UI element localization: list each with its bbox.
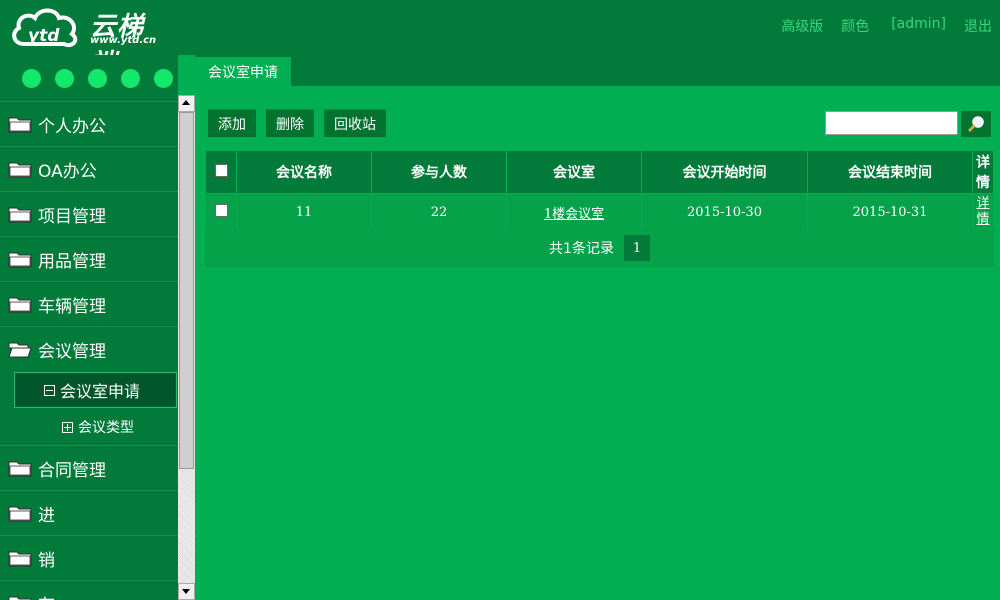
submenu-item-label: 会议类型 — [78, 420, 134, 436]
scroll-down-arrow-icon[interactable] — [178, 583, 195, 600]
record-count: 共1条记录 — [549, 241, 614, 257]
cell-meeting-name: 11 — [236, 193, 372, 231]
sidebar-item-label: 合同管理 — [38, 460, 106, 481]
sidebar-item-label: 销 — [38, 550, 55, 571]
tab-bar: 会议室申请 — [195, 55, 1000, 86]
cell-detail: 详情 — [972, 193, 994, 231]
main-content: 会议室申请 添加 删除 回收站 会议名称 参与人数 会议室 会议开始时间 会议结… — [195, 55, 1000, 600]
meeting-room-link[interactable]: 1楼会议室 — [544, 207, 604, 222]
sidebar-item-label: OA办公 — [38, 161, 97, 182]
folder-icon — [8, 506, 32, 522]
scroll-track[interactable] — [178, 469, 195, 583]
svg-text:ytd: ytd — [28, 26, 60, 46]
column-header: 参与人数 — [371, 150, 507, 194]
search-input[interactable] — [825, 111, 958, 135]
search-icon — [967, 116, 984, 133]
sidebar-item-personal-office[interactable]: 个人办公 — [0, 101, 178, 146]
column-header: 会议开始时间 — [641, 150, 808, 194]
row-select-cell — [205, 193, 237, 231]
recycle-bin-button[interactable]: 回收站 — [324, 109, 386, 137]
scroll-up-arrow-icon[interactable] — [178, 95, 195, 112]
sidebar-item-label: 个人办公 — [38, 116, 106, 137]
folder-open-icon — [8, 342, 32, 358]
folder-icon — [8, 252, 32, 268]
pagination: 共1条记录 1 — [205, 229, 994, 267]
sidebar-item-inventory[interactable]: 存 — [0, 580, 178, 600]
theme-dot[interactable] — [22, 68, 41, 88]
user-link[interactable]: [admin] — [891, 16, 946, 36]
sidebar-item-project-management[interactable]: 项目管理 — [0, 191, 178, 236]
cell-end-time: 2015-10-31 — [807, 193, 973, 231]
advanced-version-link[interactable]: 高级版 — [781, 16, 823, 36]
meeting-table: 会议名称 参与人数 会议室 会议开始时间 会议结束时间 详情 11 22 1楼会… — [205, 150, 994, 231]
theme-dot[interactable] — [121, 68, 140, 88]
select-all-cell — [205, 150, 237, 194]
scroll-thumb[interactable] — [179, 112, 194, 469]
submenu-item-meeting-type[interactable]: 会议类型 — [0, 409, 178, 445]
table-row: 11 22 1楼会议室 2015-10-30 2015-10-31 详情 — [205, 193, 994, 231]
select-all-checkbox[interactable] — [214, 163, 228, 177]
folder-icon — [8, 162, 32, 178]
sidebar-item-oa-office[interactable]: OA办公 — [0, 146, 178, 191]
cell-start-time: 2015-10-30 — [641, 193, 808, 231]
row-checkbox[interactable] — [214, 203, 228, 217]
folder-icon — [8, 596, 32, 600]
color-link[interactable]: 颜色 — [841, 16, 869, 36]
sidebar: 个人办公 OA办公 项目管理 用品管理 车辆管理 会议管理 会议室申请 会议类型… — [0, 55, 178, 600]
folder-icon — [8, 551, 32, 567]
sidebar-item-label: 存 — [38, 591, 55, 600]
top-header: ytd 云梯端 www.ytd.cn 高级版 颜色 [admin] 退出 — [0, 0, 1000, 79]
top-links: 高级版 颜色 [admin] 退出 — [781, 16, 992, 36]
sidebar-item-label: 用品管理 — [38, 251, 106, 272]
theme-dot[interactable] — [88, 68, 107, 88]
sidebar-item-label: 会议管理 — [38, 341, 106, 362]
theme-dots — [0, 55, 178, 101]
theme-dot[interactable] — [55, 68, 74, 88]
submenu-item-room-application[interactable]: 会议室申请 — [14, 372, 177, 408]
folder-icon — [8, 461, 32, 477]
detail-link[interactable]: 详情 — [976, 196, 990, 228]
sidebar-item-vehicle-management[interactable]: 车辆管理 — [0, 281, 178, 326]
logout-link[interactable]: 退出 — [964, 16, 992, 36]
sidebar-scrollbar[interactable] — [178, 95, 195, 600]
sidebar-item-meeting-management[interactable]: 会议管理 — [0, 326, 178, 371]
column-header: 详情 — [972, 150, 994, 194]
sidebar-item-contract-management[interactable]: 合同管理 — [0, 445, 178, 490]
sidebar-item-purchase[interactable]: 进 — [0, 490, 178, 535]
app-logo[interactable]: ytd 云梯端 www.ytd.cn — [10, 4, 170, 79]
sidebar-item-supplies-management[interactable]: 用品管理 — [0, 236, 178, 281]
cell-participant-count: 22 — [371, 193, 507, 231]
collapse-icon — [44, 384, 55, 396]
submenu-item-label: 会议室申请 — [60, 382, 141, 401]
tab-room-application[interactable]: 会议室申请 — [195, 57, 291, 86]
expand-icon — [62, 421, 73, 433]
theme-dot[interactable] — [154, 68, 173, 88]
column-header: 会议名称 — [236, 150, 372, 194]
sidebar-item-label: 项目管理 — [38, 206, 106, 227]
meeting-submenu: 会议室申请 会议类型 — [0, 372, 178, 445]
search-button[interactable] — [961, 111, 991, 137]
cell-meeting-room: 1楼会议室 — [506, 193, 642, 231]
column-header: 会议室 — [506, 150, 642, 194]
delete-button[interactable]: 删除 — [266, 109, 314, 137]
add-button[interactable]: 添加 — [208, 109, 256, 137]
sidebar-item-sales[interactable]: 销 — [0, 535, 178, 580]
sidebar-item-label: 车辆管理 — [38, 296, 106, 317]
folder-icon — [8, 117, 32, 133]
cloud-logo-icon: ytd — [12, 8, 78, 47]
logo-url: www.ytd.cn — [90, 35, 157, 46]
sidebar-item-label: 进 — [38, 505, 55, 526]
folder-icon — [8, 207, 32, 223]
page-number-button[interactable]: 1 — [623, 235, 650, 261]
column-header: 会议结束时间 — [807, 150, 973, 194]
table-header-row: 会议名称 参与人数 会议室 会议开始时间 会议结束时间 详情 — [205, 150, 994, 194]
toolbar: 添加 删除 回收站 — [208, 109, 386, 137]
folder-icon — [8, 297, 32, 313]
